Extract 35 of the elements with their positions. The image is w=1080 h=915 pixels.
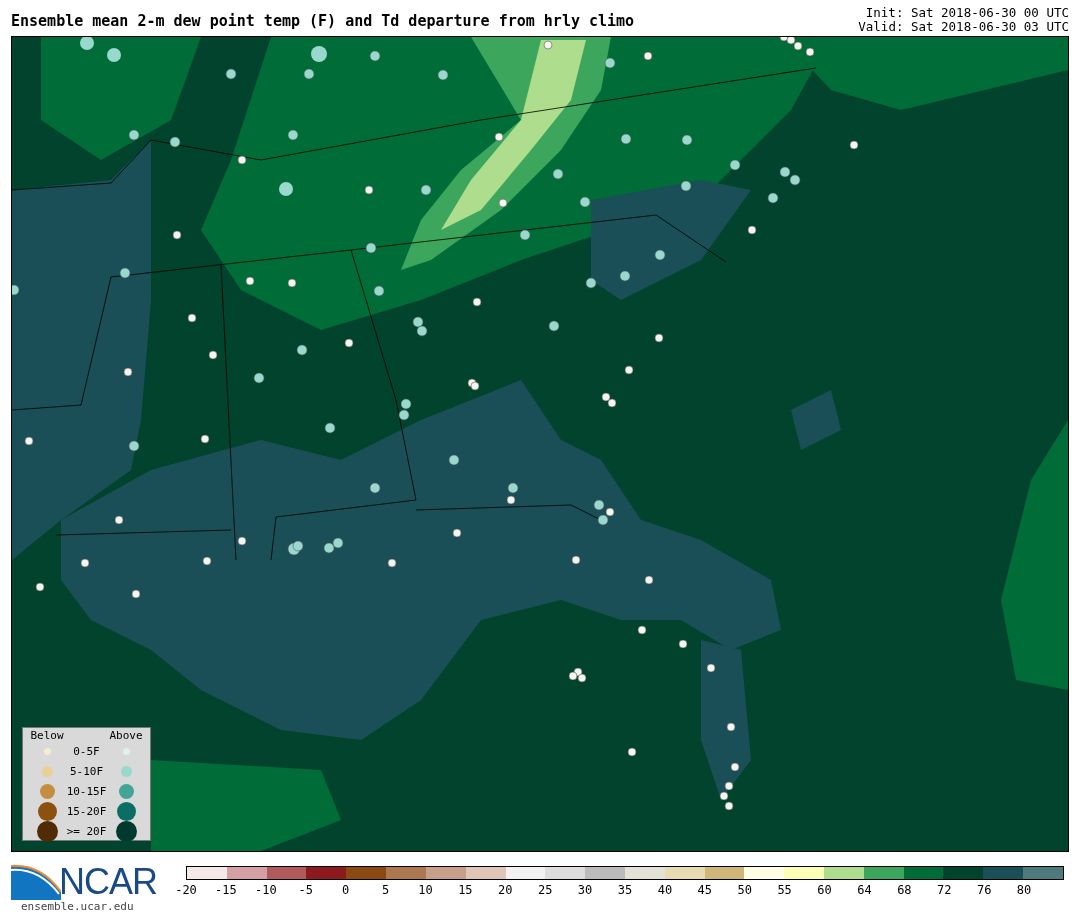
colorbar-tick-label: 76	[976, 883, 992, 897]
legend-label: 5-10F	[69, 764, 104, 778]
colorbar-tick-label: 25	[537, 883, 553, 897]
valid-time: Valid: Sat 2018-06-30 03 UTC	[858, 20, 1069, 34]
colorbar-tick-label: 15	[458, 883, 473, 897]
colorbar-tick-label: 80	[1016, 883, 1032, 897]
legend-label: 0-5F	[73, 744, 100, 758]
colorbar-tick-label: 60	[817, 883, 832, 897]
colorbar-tick-label: 45	[697, 883, 713, 897]
chart-title: Ensemble mean 2-m dew point temp (F) and Td departure from hrly climo	[11, 12, 635, 32]
colorbar-tick-label: -10	[254, 883, 277, 897]
colorbar-tick-label: 72	[937, 883, 952, 897]
colorbar-tick-label: 64	[857, 883, 872, 897]
legend-label: 10-15F	[66, 784, 107, 798]
colorbar-tick-label: -15	[215, 883, 237, 897]
colorbar-tick-label: 0	[342, 883, 350, 897]
colorbar-tick-label: 35	[617, 883, 633, 897]
logo-swoosh-icon	[11, 862, 61, 900]
colorbar-tick-label: -5	[298, 883, 313, 897]
legend-label: >= 20F	[66, 824, 107, 838]
legend-heading: Below	[30, 729, 64, 742]
colorbar-tick-label: 55	[777, 883, 792, 897]
colorbar-tick-label: 10	[418, 883, 433, 897]
init-time: Init: Sat 2018-06-30 00 UTC	[865, 6, 1069, 20]
colorbar-tick-label: 5	[381, 883, 390, 897]
colorbar-tick-label: -20	[175, 883, 197, 897]
colorbar-tick-label: 40	[657, 883, 673, 897]
colorbar-tick-label: 50	[737, 883, 752, 897]
colorbar-tick-label: 68	[897, 883, 912, 897]
site-url: ensemble.ucar.edu	[21, 900, 135, 913]
colorbar-tick-label: 20	[498, 883, 513, 897]
logo-wordmark: NCAR	[59, 864, 157, 900]
colorbar-tick-label: 30	[577, 883, 593, 897]
legend-heading: Above	[109, 729, 143, 742]
legend-label: 15-20F	[66, 804, 107, 818]
